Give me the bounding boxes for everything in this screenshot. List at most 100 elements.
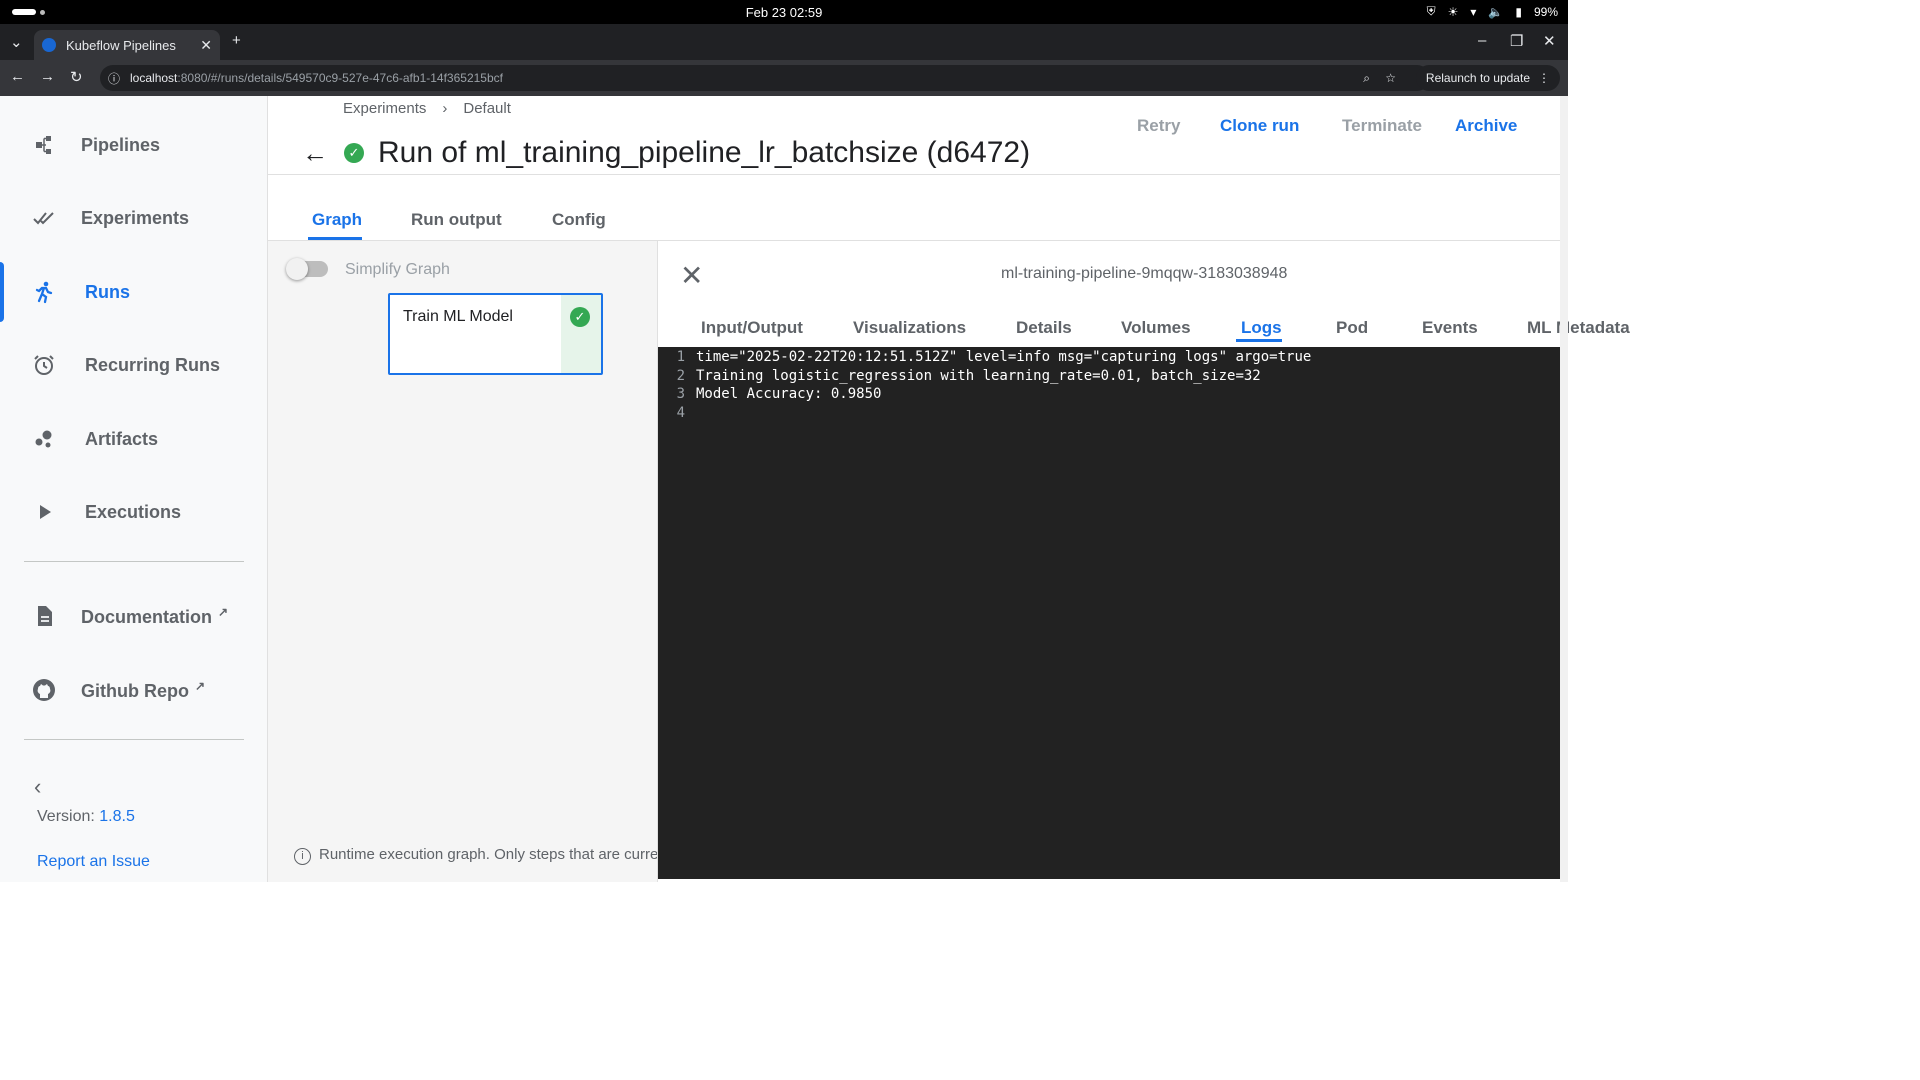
sidebar-divider xyxy=(24,561,244,562)
browser-toolbar: ← → ↻ ⓘ localhost:8080/#/runs/details/54… xyxy=(0,60,1568,96)
sidebar-item-label: Executions xyxy=(85,501,182,522)
simplify-graph-toggle[interactable] xyxy=(286,258,328,280)
reload-icon[interactable]: ↻ xyxy=(70,68,83,86)
sidebar-item-pipelines[interactable]: Pipelines xyxy=(0,115,268,175)
browser-tab[interactable]: Kubeflow Pipelines ✕ xyxy=(34,30,220,60)
success-check-icon: ✓ xyxy=(570,307,590,327)
sidebar-item-label: Recurring Runs xyxy=(85,354,221,375)
node-id: ml-training-pipeline-9mqqw-3183038948 xyxy=(1001,265,1288,282)
close-window-icon[interactable]: ✕ xyxy=(1543,32,1556,50)
page-header: ✓ Run of ml_training_pipeline_lr_batchsi… xyxy=(344,136,1030,170)
sidebar-item-label: Artifacts xyxy=(85,428,159,449)
relaunch-label: Relaunch to update xyxy=(1425,71,1530,85)
sidebar-item-label: Runs xyxy=(85,281,130,302)
brightness-icon: ☀ xyxy=(1447,4,1459,19)
tab-visualizations[interactable]: Visualizations xyxy=(853,318,966,338)
url-host: localhost xyxy=(130,71,178,85)
success-check-icon: ✓ xyxy=(344,143,364,163)
tab-events[interactable]: Events xyxy=(1422,318,1478,338)
kubeflow-favicon-icon xyxy=(42,38,56,52)
external-link-icon: ↗ xyxy=(194,678,206,693)
back-icon[interactable]: ← xyxy=(10,68,25,85)
url-path: :8080/#/runs/details/549570c9-527e-47c6-… xyxy=(177,71,503,85)
node-label: Train ML Model xyxy=(403,308,513,325)
graph-note-text: Runtime execution graph. Only steps that… xyxy=(319,846,657,863)
system-tray[interactable]: ⛨ ☀ ▾ 🔈 ▮ 99% xyxy=(1427,4,1558,19)
tab-list-chevron-icon[interactable]: ⌄ xyxy=(10,33,23,51)
sidebar-item-executions[interactable]: Executions xyxy=(0,482,268,542)
log-text: Model Accuracy: 0.9850 xyxy=(696,386,882,402)
terminate-button[interactable]: Terminate xyxy=(1342,116,1422,136)
forward-icon[interactable]: → xyxy=(40,68,55,85)
battery-icon: ▮ xyxy=(1515,4,1522,19)
sidebar-item-experiments[interactable]: Experiments xyxy=(0,188,268,248)
sidebar-link-label: Documentation ↗ xyxy=(81,605,228,628)
sidebar-divider xyxy=(24,739,244,740)
external-link-icon: ↗ xyxy=(218,604,229,619)
collapse-sidebar-chevron-icon[interactable]: ‹ xyxy=(34,774,41,800)
os-clock[interactable]: Feb 23 02:59 xyxy=(0,5,1568,20)
back-arrow-icon[interactable]: ← xyxy=(302,138,328,169)
battery-level: 99% xyxy=(1533,4,1558,19)
sidebar: Pipelines Experiments Runs Recurring Run… xyxy=(0,96,268,882)
breadcrumb: Experiments › Default xyxy=(343,100,511,117)
tab-ml-metadata[interactable]: ML Metadata xyxy=(1527,318,1630,338)
os-top-bar: Feb 23 02:59 ⛨ ☀ ▾ 🔈 ▮ 99% xyxy=(0,0,1568,24)
breadcrumb-separator: › xyxy=(442,100,448,117)
more-menu-icon[interactable]: ⋮ xyxy=(1538,71,1550,85)
sidebar-link-documentation[interactable]: Documentation ↗ xyxy=(0,586,268,646)
info-icon: i xyxy=(294,848,311,865)
zoom-icon[interactable]: ⌕ xyxy=(1363,71,1370,86)
minimize-icon[interactable]: – xyxy=(1478,32,1486,49)
documentation-label: Documentation xyxy=(81,606,213,627)
tab-pod[interactable]: Pod xyxy=(1336,318,1368,338)
github-icon xyxy=(33,679,55,701)
archive-button[interactable]: Archive xyxy=(1455,116,1517,136)
tab-config[interactable]: Config xyxy=(552,210,606,230)
sidebar-link-github[interactable]: Github Repo ↗ xyxy=(0,660,268,720)
github-label: Github Repo xyxy=(81,680,189,701)
logs-viewer[interactable]: 1 time="2025-02-22T20:12:51.512Z" level=i… xyxy=(658,347,1561,879)
site-info-icon[interactable]: ⓘ xyxy=(108,70,120,87)
close-icon[interactable]: ✕ xyxy=(680,259,703,292)
tab-input-output[interactable]: Input/Output xyxy=(701,318,803,338)
restore-icon[interactable]: ❐ xyxy=(1510,32,1523,50)
log-text: Training logistic_regression with learni… xyxy=(696,367,1261,384)
line-number: 3 xyxy=(676,386,685,402)
clone-run-button[interactable]: Clone run xyxy=(1220,116,1299,136)
line-number: 2 xyxy=(676,367,685,384)
log-line: 4 xyxy=(658,405,1561,424)
toggle-knob xyxy=(286,258,308,280)
tab-run-output[interactable]: Run output xyxy=(411,210,502,230)
sidebar-item-runs[interactable]: Runs xyxy=(0,262,268,322)
close-tab-icon[interactable]: ✕ xyxy=(200,37,212,54)
version-info: Version: 1.8.5 xyxy=(37,808,135,826)
version-link[interactable]: 1.8.5 xyxy=(99,808,135,825)
play-icon xyxy=(40,505,51,519)
bookmark-star-icon[interactable]: ☆ xyxy=(1385,71,1396,85)
tab-details[interactable]: Details xyxy=(1016,318,1072,338)
tab-logs[interactable]: Logs xyxy=(1241,318,1282,338)
tab-volumes[interactable]: Volumes xyxy=(1121,318,1191,338)
alarm-icon xyxy=(34,355,54,375)
relaunch-button[interactable]: Relaunch to update ⋮ xyxy=(1415,65,1560,91)
log-text: time="2025-02-22T20:12:51.512Z" level=in… xyxy=(696,349,1312,365)
log-line: 3 Model Accuracy: 0.9850 xyxy=(658,386,1561,405)
sidebar-item-recurring-runs[interactable]: Recurring Runs xyxy=(0,335,268,395)
volume-icon: 🔈 xyxy=(1488,4,1504,19)
tab-graph[interactable]: Graph xyxy=(312,210,362,230)
retry-button[interactable]: Retry xyxy=(1137,116,1180,136)
breadcrumb-default[interactable]: Default xyxy=(463,100,511,117)
log-line: 2 Training logistic_regression with learn… xyxy=(658,368,1561,387)
line-number: 4 xyxy=(676,404,685,421)
sidebar-item-artifacts[interactable]: Artifacts xyxy=(0,409,268,469)
sidebar-item-label: Pipelines xyxy=(81,134,161,155)
page-scrollbar[interactable] xyxy=(1560,96,1568,882)
graph-node-train-ml-model[interactable]: Train ML Model ✓ xyxy=(388,293,603,375)
node-details-panel: ✕ ml-training-pipeline-9mqqw-3183038948 … xyxy=(657,241,1630,882)
address-bar[interactable]: ⓘ localhost:8080/#/runs/details/549570c9… xyxy=(100,65,1430,91)
breadcrumb-experiments[interactable]: Experiments xyxy=(343,100,426,117)
new-tab-icon[interactable]: + xyxy=(232,32,241,49)
report-issue-link[interactable]: Report an Issue xyxy=(37,853,150,871)
main-content: Experiments › Default ← ✓ Run of ml_traini… xyxy=(268,96,1630,882)
